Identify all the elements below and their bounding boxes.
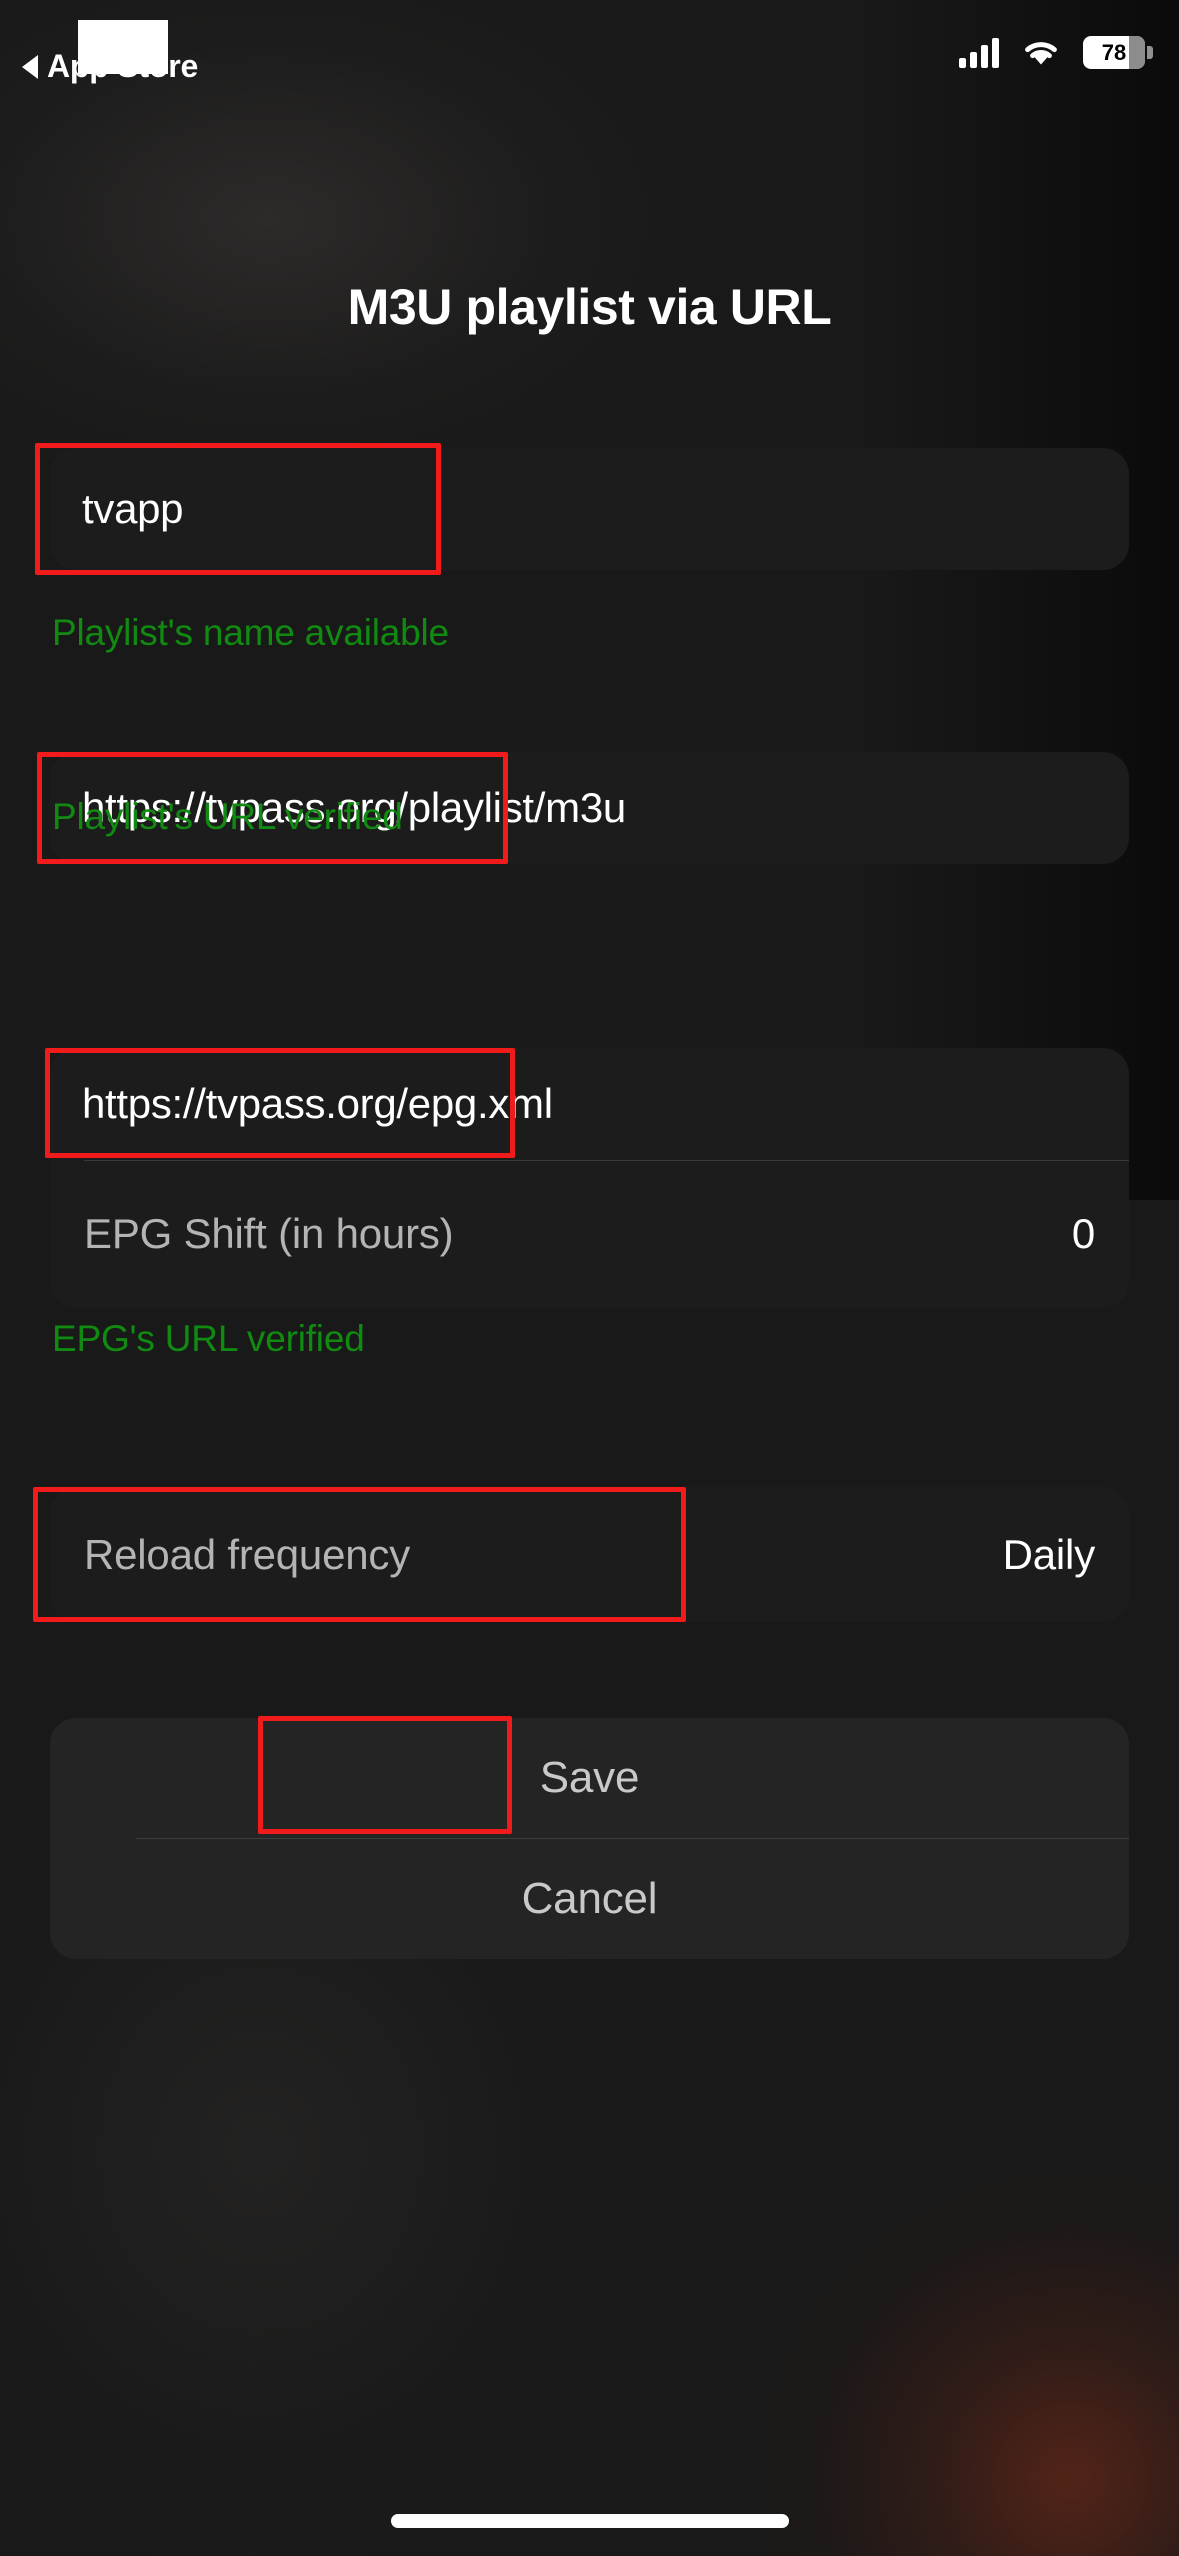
triangle-left-icon xyxy=(22,54,38,79)
epg-url-field[interactable]: https://tvpass.org/epg.xml xyxy=(50,1048,1129,1160)
epg-url-hint: EPG's URL verified xyxy=(52,1318,365,1359)
status-indicators: 78 xyxy=(959,36,1153,69)
reload-frequency-card[interactable]: Reload frequency Daily xyxy=(50,1487,1129,1622)
app-screen: App Store 78 M3U playlist via URL tvapp … xyxy=(0,0,1179,2556)
background-glow-bottom-right xyxy=(760,2170,1179,2556)
page-title: M3U playlist via URL xyxy=(347,279,832,335)
background-shade-right xyxy=(859,0,1179,1200)
reload-frequency-label: Reload frequency xyxy=(84,1530,411,1578)
epg-shift-row[interactable]: EPG Shift (in hours) 0 xyxy=(50,1161,1129,1307)
reload-frequency-value: Daily xyxy=(1002,1530,1096,1578)
battery-percent-label: 78 xyxy=(1101,39,1127,65)
name-field-hint: Playlist's name available xyxy=(52,612,449,653)
playlist-url-hint: Playlist's URL verified xyxy=(52,796,403,837)
epg-shift-label: EPG Shift (in hours) xyxy=(84,1210,454,1257)
epg-card: https://tvpass.org/epg.xml EPG Shift (in… xyxy=(50,1048,1129,1308)
epg-shift-value: 0 xyxy=(1071,1210,1095,1257)
back-to-app-store-button[interactable]: App Store xyxy=(22,48,198,85)
back-label: App Store xyxy=(47,48,199,84)
reload-frequency-row[interactable]: Reload frequency Daily xyxy=(50,1487,1129,1622)
name-field-card: tvapp xyxy=(50,448,1129,570)
save-button[interactable]: Save xyxy=(50,1718,1129,1838)
battery-icon: 78 xyxy=(1083,36,1153,69)
action-buttons-card: Save Cancel xyxy=(50,1718,1129,1959)
wifi-icon xyxy=(1021,38,1061,68)
home-indicator[interactable] xyxy=(390,2514,789,2528)
status-bar: App Store 78 xyxy=(0,0,1179,120)
cancel-button[interactable]: Cancel xyxy=(50,1839,1129,1959)
signal-bars-icon xyxy=(959,37,999,68)
name-field[interactable]: tvapp xyxy=(50,448,1129,570)
